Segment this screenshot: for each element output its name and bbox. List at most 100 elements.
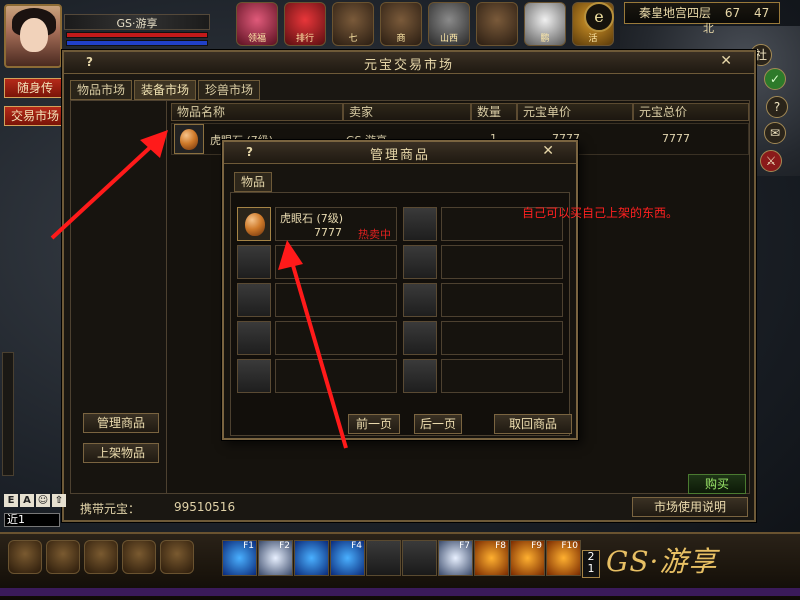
manage-close-button[interactable]: ✕ [542,143,554,159]
manage-title: 管理商品 [369,148,430,163]
chat-action-icon[interactable]: A [20,494,34,507]
scroll-icon[interactable] [46,540,80,574]
tab-item-market[interactable]: 物品市场 [70,80,133,100]
chat-expression-icon[interactable]: E [4,494,18,507]
gift-icon[interactable]: 领福 [236,2,278,46]
empty-slot-icon[interactable] [403,321,437,355]
market-guide-button[interactable]: 市场使用说明 [632,497,748,517]
skill-slot[interactable]: F10 [546,540,581,576]
empty-slot[interactable] [275,245,397,279]
market-left-column: 管理商品 上架物品 [71,101,167,493]
skill-hotkey: F2 [279,541,290,551]
empty-slot-icon[interactable] [403,245,437,279]
listed-item-name: 虎眼石 (7级) [280,212,344,225]
skill-hotkey: F8 [495,541,506,551]
castle-icon[interactable]: 山西 [428,2,470,46]
player-portrait[interactable] [4,4,62,68]
chat-toolbar: E A ☺ ⇧ [4,494,66,507]
mail-icon[interactable]: e [584,2,614,32]
skill-hotkey: F9 [531,541,542,551]
column-header-unit-price[interactable]: 元宝单价 [517,103,633,121]
top-icon-label: 排行 [295,34,314,44]
column-header-quantity[interactable]: 数量 [471,103,517,121]
empty-slot[interactable] [275,321,397,355]
top-icon-label: 商 [396,34,406,44]
row-total-price: 7777 [662,132,690,145]
column-header-seller[interactable]: 卖家 [343,103,471,121]
tab-items[interactable]: 物品 [234,172,273,192]
market-tabs: 物品市场 装备市场 珍兽市场 [70,80,261,100]
prev-page-button[interactable]: 前一页 [348,414,400,434]
column-header-total-price[interactable]: 元宝总价 [633,103,749,121]
chat-scrollbar[interactable] [2,352,14,476]
listed-item-slot[interactable]: 虎眼石 (7级) 7777 热卖中 [275,207,397,241]
empty-slot[interactable] [441,321,563,355]
market-close-button[interactable]: ✕ [720,53,732,69]
chat-input[interactable]: 近1 [4,513,60,527]
coord-x: 67 [724,6,741,20]
shop-icon[interactable]: 商 [380,2,422,46]
top-icon-label: 鹏 [540,34,550,44]
tiger-eye-stone-icon [174,124,204,154]
empty-slot-icon[interactable] [237,245,271,279]
chat-send-icon[interactable]: ⇧ [52,494,66,507]
empty-slot[interactable] [441,283,563,317]
tab-equipment-market[interactable]: 装备市场 [134,80,197,100]
north-indicator: 北 [703,22,714,35]
empty-slot[interactable] [275,359,397,393]
bomb-icon[interactable] [84,540,118,574]
skill-slot[interactable] [294,540,329,576]
market-titlebar[interactable]: ? 元宝交易市场 ✕ [64,52,754,74]
skill-slot[interactable] [402,540,437,576]
mail-round-button[interactable]: ✉ [764,122,786,144]
battle-icon[interactable]: 七 [332,2,374,46]
list-item-button[interactable]: 上架物品 [83,443,159,463]
retrieve-goods-button[interactable]: 取回商品 [494,414,572,434]
location-display: 秦皇地宫四层 67 47 [624,2,780,24]
skill-hotkey: F4 [351,541,362,551]
manage-titlebar[interactable]: ? 管理商品 ✕ [224,142,576,164]
buy-button[interactable]: 购买 [688,474,746,494]
tiger-eye-stone-icon[interactable] [237,207,271,241]
skill-slot[interactable]: F1 [222,540,257,576]
skill-slot[interactable]: F4 [330,540,365,576]
portable-teleport-button[interactable]: 随身传 [4,78,66,98]
skill-slot[interactable]: F7 [438,540,473,576]
empty-slot-icon[interactable] [403,283,437,317]
empty-slot[interactable] [275,283,397,317]
map-icon[interactable] [476,2,518,46]
player-name: GS·游享 [64,14,210,30]
manage-goods-window: ? 管理商品 ✕ 物品 虎眼石 (7级) 7777 热卖中 前一页 后一页 取回… [222,140,578,440]
bird-icon[interactable]: 鹏 [524,2,566,46]
empty-slot-icon[interactable] [237,321,271,355]
empty-slot[interactable] [441,359,563,393]
book-icon[interactable] [122,540,156,574]
next-page-button[interactable]: 后一页 [414,414,462,434]
market-bottom-bar: 携带元宝： 99510516 市场使用说明 [70,496,750,518]
help-round-button[interactable]: ? [766,96,788,118]
skill-slot[interactable]: F9 [510,540,545,576]
empty-slot-icon[interactable] [403,359,437,393]
chat-emoji-icon[interactable]: ☺ [36,494,50,507]
ranking-icon[interactable]: 排行 [284,2,326,46]
empty-slot-icon[interactable] [237,283,271,317]
top-icon-label: 领福 [247,34,266,44]
skill-bar: F1 F2 F4 F7 F8 F9 F10 [222,540,581,578]
skill-slot[interactable]: F8 [474,540,509,576]
skill-slot[interactable]: F2 [258,540,293,576]
pk-mode-button[interactable]: ⚔ [760,150,782,172]
coil-icon[interactable] [160,540,194,574]
empty-slot-icon[interactable] [237,359,271,393]
skill-page-badge[interactable]: 2 1 [582,550,600,578]
empty-slot-icon[interactable] [403,207,437,241]
column-header-item-name[interactable]: 物品名称 [171,103,343,121]
manage-goods-button[interactable]: 管理商品 [83,413,159,433]
skill-slot[interactable] [366,540,401,576]
tab-pet-market[interactable]: 珍兽市场 [198,80,261,100]
trade-market-button[interactable]: 交易市场 [4,106,66,126]
carry-yuanbao-value: 99510516 [174,500,236,514]
weapon-icon[interactable] [8,540,42,574]
empty-slot[interactable] [441,245,563,279]
confirm-icon[interactable]: ✓ [764,68,786,90]
experience-bar [0,588,800,596]
